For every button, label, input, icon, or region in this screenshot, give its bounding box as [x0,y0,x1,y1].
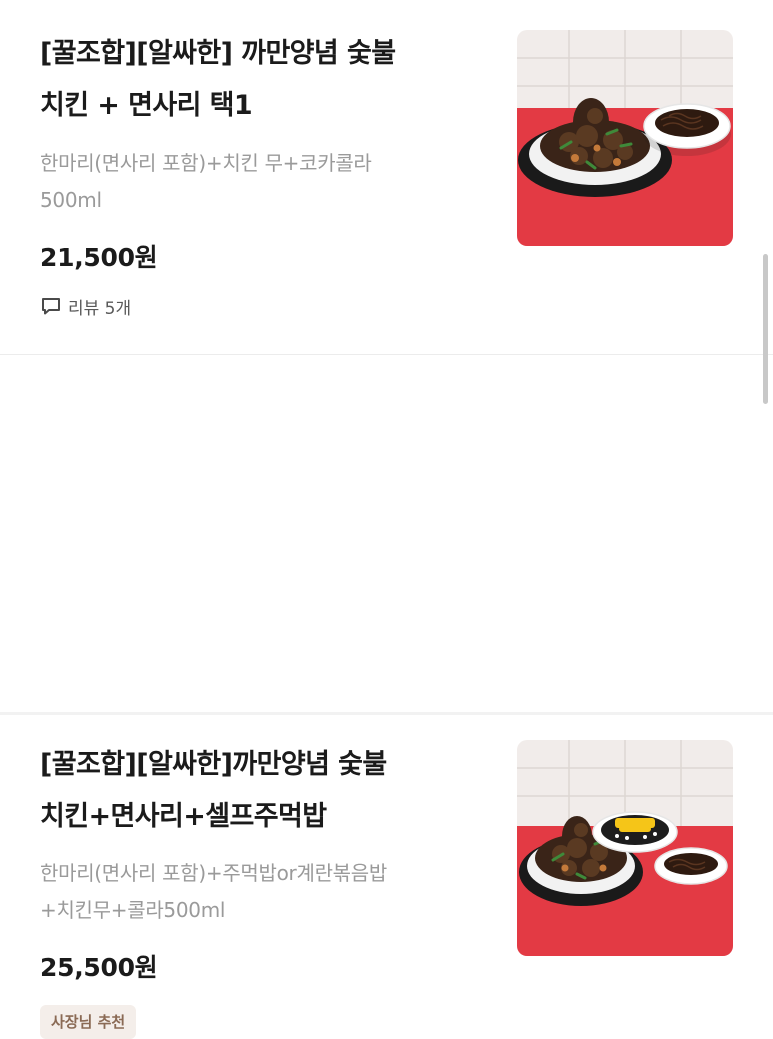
menu-item-title-line: 치킨 + 면사리 택1 [40,90,253,121]
scrollbar[interactable] [763,254,768,404]
owner-recommend-badge: 사장님 추천 [40,1005,137,1039]
menu-item[interactable]: [꿀조합][알싸한]까만양념 숯불 치킨+면사리+셀프주먹밥 한마리(면사리 포… [0,355,773,1039]
chicken-noodles-riceball-photo [517,740,733,956]
menu-item-description-line: 500ml [40,188,102,212]
menu-item-title-line: [꿀조합][알싸한] 까만양념 숯불 [40,38,396,69]
menu-item-title: [꿀조합][알싸한] 까만양념 숯불 치킨 + 면사리 택1 [40,28,490,132]
menu-item-photo[interactable] [517,30,733,246]
menu-item-description-line: 한마리(면사리 포함)+주먹밥or계란볶음밥 [40,861,387,885]
menu-item-photo[interactable] [517,740,733,956]
menu-item-description-line: +치킨무+콜라500ml [40,898,226,922]
menu-item-description-line: 한마리(면사리 포함)+치킨 무+코카콜라 [40,151,372,175]
menu-item-price: 25,500원 [40,953,158,982]
menu-item-description: 한마리(면사리 포함)+치킨 무+코카콜라 500ml [40,145,490,219]
menu-item[interactable]: [꿀조합][알싸한] 까만양념 숯불 치킨 + 면사리 택1 한마리(면사리 포… [0,0,773,354]
review-count: 리뷰 5개 [68,298,132,319]
menu-item-title-line: [꿀조합][알싸한]까만양념 숯불 [40,749,387,780]
menu-item-title: [꿀조합][알싸한]까만양념 숯불 치킨+면사리+셀프주먹밥 [40,739,490,843]
chicken-with-noodles-photo [517,30,733,246]
speech-bubble-icon [40,296,62,316]
menu-item-description: 한마리(면사리 포함)+주먹밥or계란볶음밥 +치킨무+콜라500ml [40,855,490,929]
review-link[interactable]: 리뷰 5개 [40,292,131,320]
menu-item-title-line: 치킨+면사리+셀프주먹밥 [40,801,327,832]
menu-item-price: 21,500원 [40,243,158,272]
